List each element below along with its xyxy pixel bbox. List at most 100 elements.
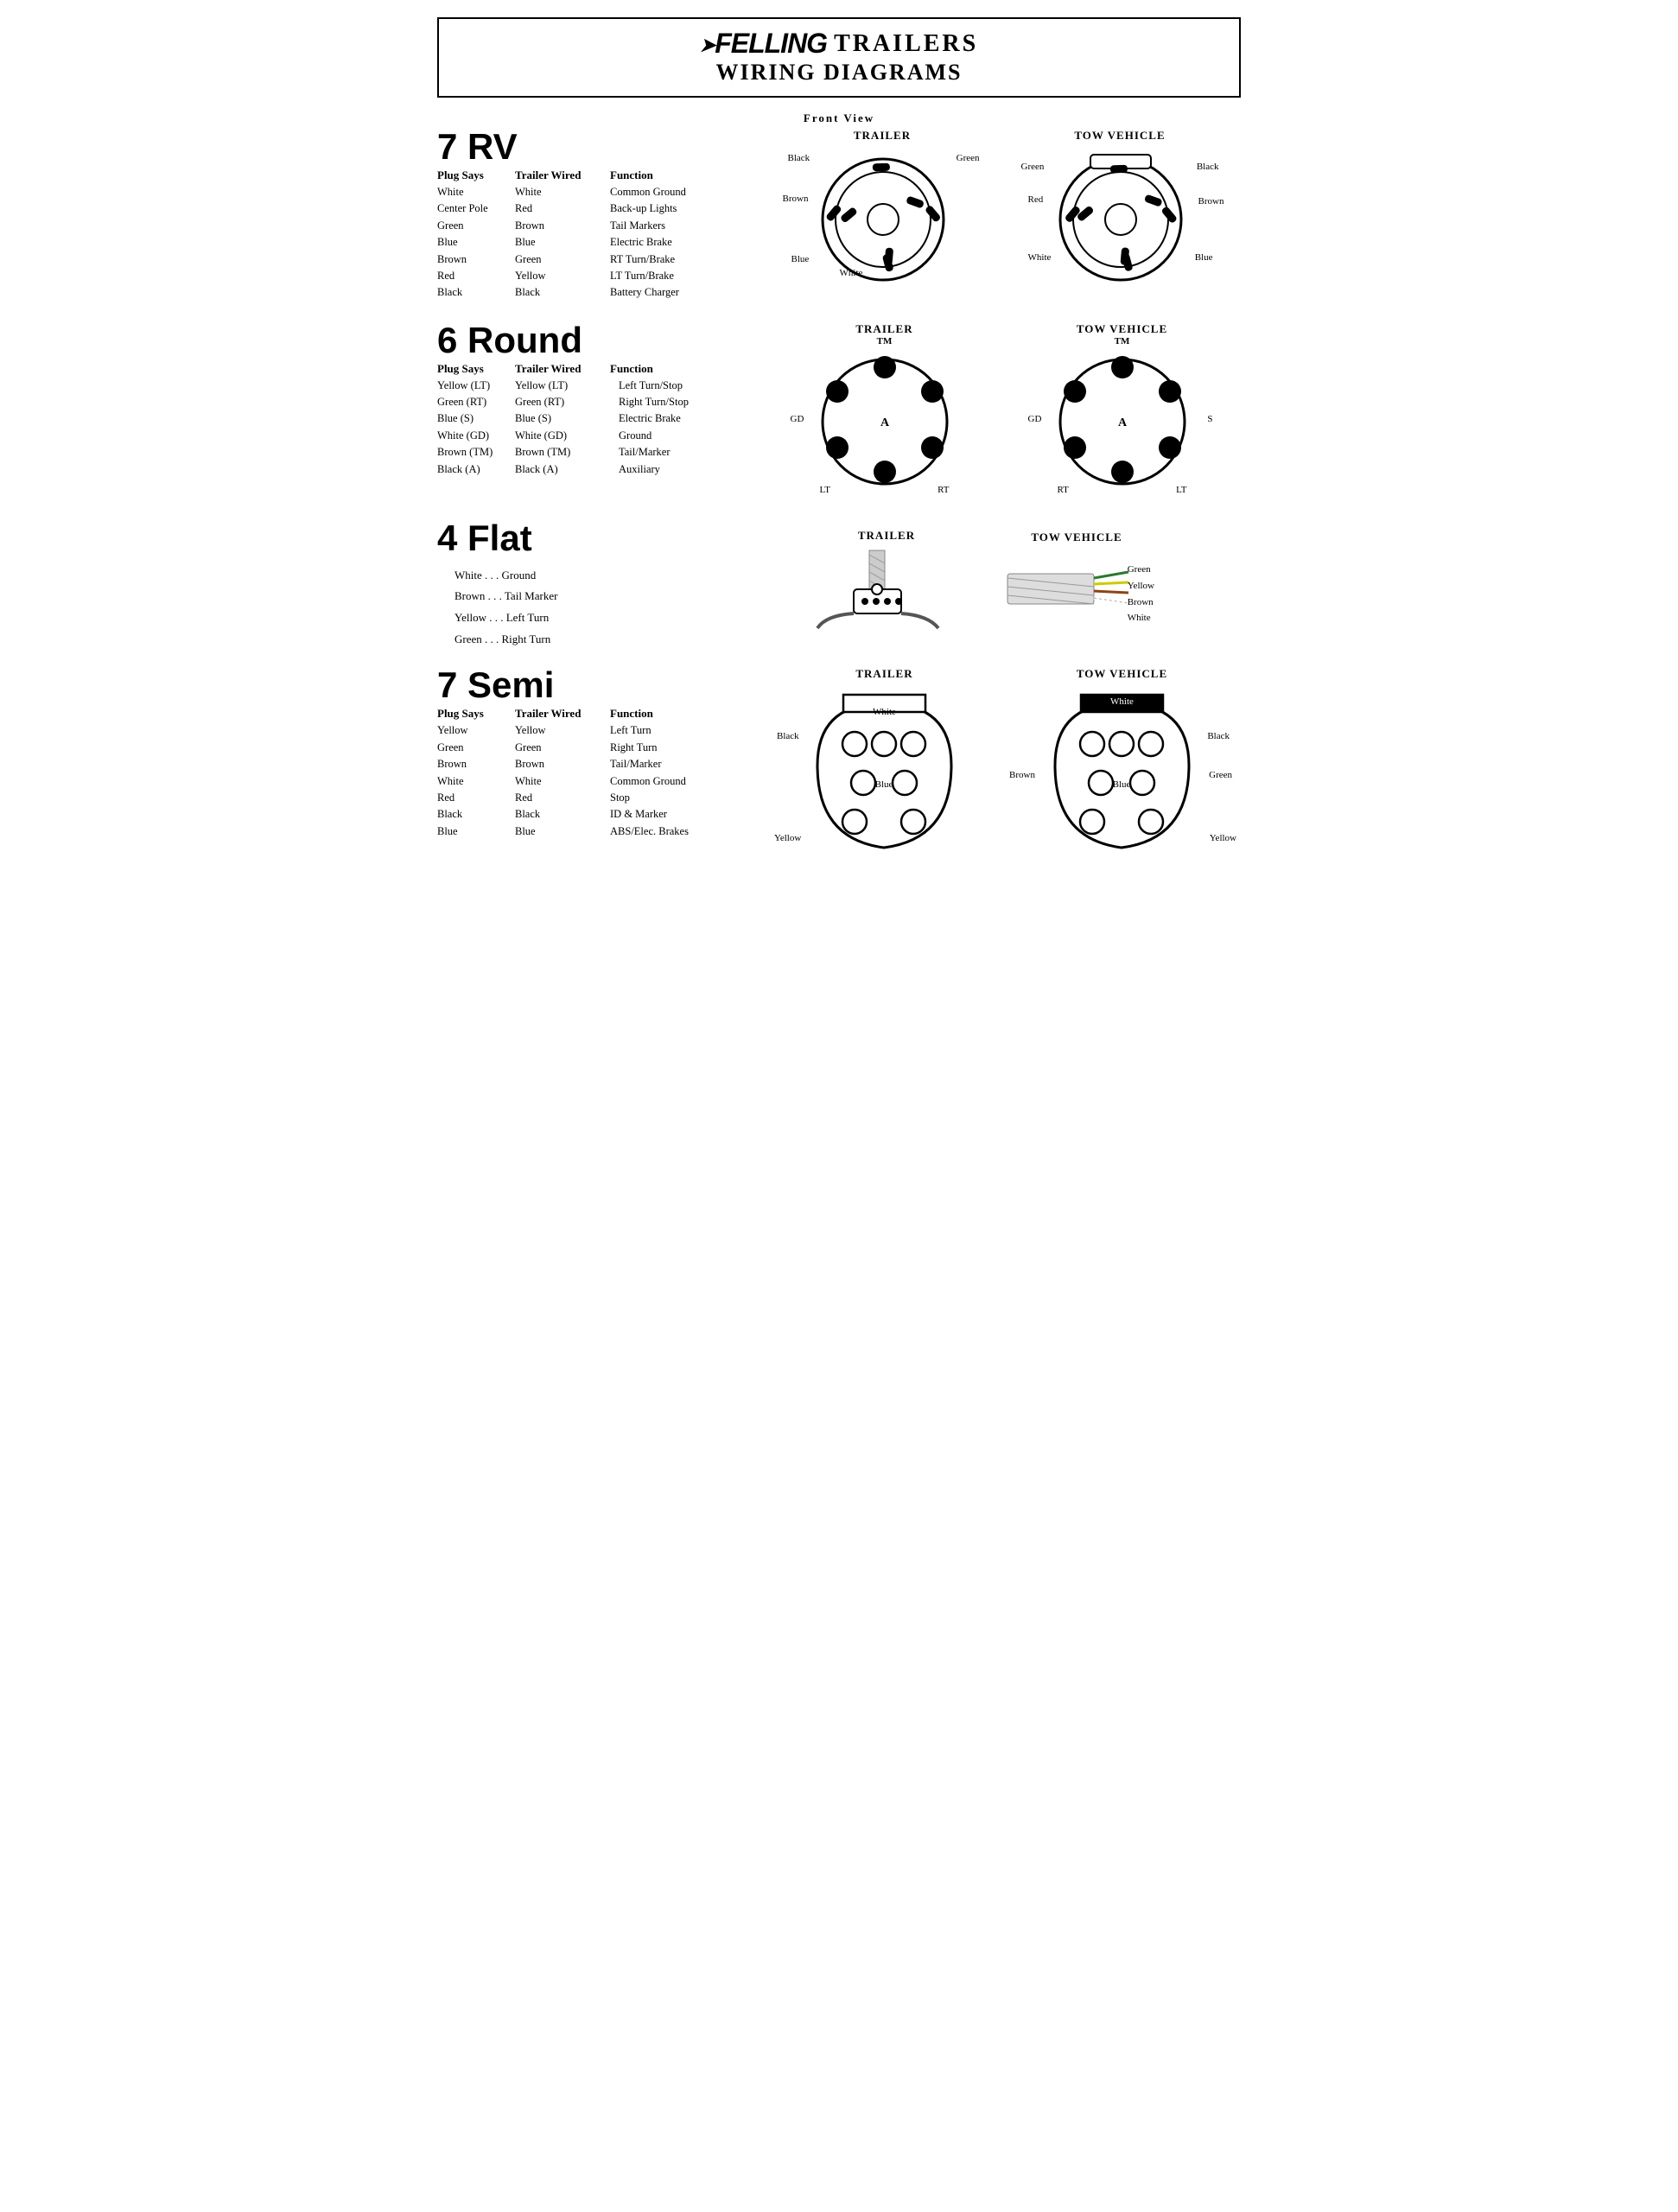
rv7-left: 7 RV Plug Says Trailer Wired Function Wh…	[437, 129, 766, 302]
round6-left: 6 Round Plug Says Trailer Wired Function…	[437, 322, 766, 478]
front-view-label: Front View	[437, 111, 1241, 125]
flat4-trailer-grp: TRAILER	[800, 529, 973, 641]
semi7-tow-white-lbl: White	[1110, 696, 1134, 707]
header-box: ➤FELLING Trailers Wiring Diagrams	[437, 17, 1241, 98]
semi7-tow-group: TOW VEHICLE Blue White Black Brown	[1042, 667, 1202, 874]
rv7-tow-group: TOW VEHICLE Green	[1049, 129, 1192, 289]
semi7-table-headers: Plug Says Trailer Wired Function	[437, 707, 766, 721]
flat4-brown-lbl: Brown	[1128, 594, 1154, 611]
rv7-tow-green-lbl: Green	[1021, 162, 1045, 172]
rv7-diagrams: TRAILER	[766, 129, 1241, 289]
rv7-tow-black-lbl: Black	[1197, 162, 1219, 172]
semi7-heading: 7 Semi	[437, 667, 766, 703]
flat4-trailer-svg	[800, 546, 973, 637]
round6-tow-svg: A	[1049, 340, 1196, 495]
brand-logo: ➤FELLING	[700, 28, 827, 60]
rv7-trailer-group: TRAILER	[816, 129, 950, 289]
round6-trailer-rt-lbl: RT	[938, 485, 949, 495]
rv7-row: RedYellowLT Turn/Brake	[437, 268, 766, 284]
round6-row: White (GD)White (GD)Ground	[437, 428, 766, 444]
round6-row: Black (A)Black (A)Auxiliary	[437, 461, 766, 478]
round6-col1-header: Plug Says	[437, 362, 515, 376]
header-wiring: Wiring Diagrams	[456, 60, 1222, 86]
semi7-col1-header: Plug Says	[437, 707, 515, 721]
rv7-row: BlueBlueElectric Brake	[437, 234, 766, 251]
flat4-wire-labels: Green Yellow Brown White	[1128, 562, 1154, 626]
flat4-section: 4 Flat White . . . GroundBrown . . . Tai…	[437, 520, 1241, 651]
semi7-trailer-yellow-lbl: Yellow	[774, 833, 801, 843]
round6-trailer-tm-lbl: TM	[877, 336, 893, 346]
rv7-trailer-label: TRAILER	[816, 129, 950, 143]
semi7-tow-svg: Blue	[1042, 688, 1202, 869]
flat4-trailer-label: TRAILER	[800, 529, 973, 543]
semi7-tow-green-lbl: Green	[1209, 770, 1232, 780]
semi7-trailer-black-lbl: Black	[777, 731, 799, 741]
rv7-tow-blue-lbl: Blue	[1195, 252, 1213, 263]
rv7-trailer-black-lbl: Black	[788, 153, 810, 163]
rv7-row: GreenBrownTail Markers	[437, 218, 766, 234]
flat4-heading: 4 Flat	[437, 520, 714, 556]
flat4-item: White . . . Ground	[437, 565, 714, 587]
semi7-row: GreenGreenRight Turn	[437, 740, 766, 756]
round6-table-headers: Plug Says Trailer Wired Function	[437, 362, 766, 376]
svg-text:Blue: Blue	[1113, 779, 1131, 790]
rv7-tow-brown-lbl: Brown	[1198, 196, 1224, 207]
round6-col3-header: Function	[610, 362, 766, 376]
svg-text:A: A	[880, 416, 889, 429]
round6-tow-label: TOW VEHICLE	[1049, 322, 1196, 336]
round6-row: Yellow (LT)Yellow (LT)Left Turn/Stop	[437, 378, 766, 394]
round6-tow-gd-lbl: GD	[1028, 414, 1042, 424]
rv7-heading: 7 RV	[437, 129, 766, 165]
rv7-data-rows: WhiteWhiteCommon GroundCenter PoleRedBac…	[437, 184, 766, 302]
round6-row: Green (RT)Green (RT)Right Turn/Stop	[437, 394, 766, 410]
round6-row: Brown (TM)Brown (TM)Tail/Marker	[437, 444, 766, 461]
rv7-col2-header: Trailer Wired	[515, 168, 610, 182]
semi7-trailer-white-lbl: White	[873, 707, 896, 717]
flat4-green-lbl: Green	[1128, 562, 1154, 578]
semi7-row: BrownBrownTail/Marker	[437, 756, 766, 772]
round6-heading: 6 Round	[437, 322, 766, 359]
rv7-col1-header: Plug Says	[437, 168, 515, 182]
flat4-item: Brown . . . Tail Marker	[437, 586, 714, 607]
semi7-row: RedRedStop	[437, 790, 766, 806]
semi7-diagrams: TRAILER	[766, 667, 1241, 874]
round6-trailer-label: TRAILER	[811, 322, 958, 336]
round6-trailer-svg: A	[811, 340, 958, 495]
flat4-yellow-lbl: Yellow	[1128, 578, 1154, 594]
semi7-tow-yellow-lbl: Yellow	[1210, 833, 1236, 843]
semi7-tow-brown-lbl: Brown	[1009, 770, 1035, 780]
flat4-left: 4 Flat White . . . GroundBrown . . . Tai…	[437, 520, 714, 651]
round6-tow-group: TOW VEHICLE A TM S GD RT LT	[1049, 322, 1196, 499]
round6-trailer-lt-lbl: LT	[820, 485, 830, 495]
rv7-section: 7 RV Plug Says Trailer Wired Function Wh…	[437, 129, 1241, 302]
round6-section: 6 Round Plug Says Trailer Wired Function…	[437, 322, 1241, 499]
svg-text:Blue: Blue	[875, 779, 893, 790]
semi7-tow-label: TOW VEHICLE	[1042, 667, 1202, 681]
semi7-section: 7 Semi Plug Says Trailer Wired Function …	[437, 667, 1241, 874]
round6-data-rows: Yellow (LT)Yellow (LT)Left Turn/StopGree…	[437, 378, 766, 478]
rv7-row: Center PoleRedBack-up Lights	[437, 200, 766, 217]
round6-tow-tm-lbl: TM	[1115, 336, 1130, 346]
rv7-tow-red-lbl: Red	[1028, 194, 1044, 205]
round6-col2-header: Trailer Wired	[515, 362, 610, 376]
semi7-row: YellowYellowLeft Turn	[437, 722, 766, 739]
rv7-col3-header: Function	[610, 168, 766, 182]
flat4-item: Green . . . Right Turn	[437, 629, 714, 651]
semi7-row: BlackBlackID & Marker	[437, 806, 766, 823]
semi7-data-rows: YellowYellowLeft TurnGreenGreenRight Tur…	[437, 722, 766, 840]
rv7-trailer-white-lbl: White	[840, 268, 863, 278]
semi7-col3-header: Function	[610, 707, 766, 721]
rv7-trailer-brown-lbl: Brown	[783, 194, 809, 204]
rv7-tow-svg	[1049, 146, 1192, 284]
rv7-row: BrownGreenRT Turn/Brake	[437, 251, 766, 268]
semi7-col2-header: Trailer Wired	[515, 707, 610, 721]
rv7-trailer-blue-lbl: Blue	[791, 254, 810, 264]
semi7-row: WhiteWhiteCommon Ground	[437, 773, 766, 790]
flat4-right: TRAILER	[714, 520, 1241, 641]
round6-trailer-gd-lbl: GD	[791, 414, 804, 424]
flat4-items: White . . . GroundBrown . . . Tail Marke…	[437, 565, 714, 651]
rv7-tow-white-lbl: White	[1028, 252, 1052, 263]
rv7-row: WhiteWhiteCommon Ground	[437, 184, 766, 200]
svg-text:A: A	[1117, 416, 1127, 429]
flat4-item: Yellow . . . Left Turn	[437, 607, 714, 629]
